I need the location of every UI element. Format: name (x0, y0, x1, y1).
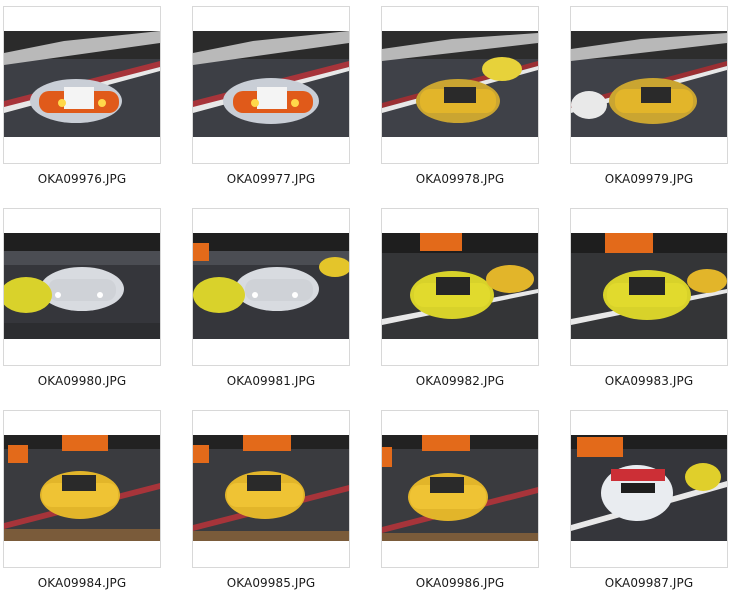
thumbnail-frame[interactable] (3, 410, 161, 568)
thumbnail-frame[interactable] (192, 410, 350, 568)
race-photo[interactable] (4, 435, 160, 541)
thumbnail-item[interactable]: OKA09986.JPG (381, 410, 539, 590)
thumbnail-item[interactable]: OKA09984.JPG (3, 410, 161, 590)
race-photo[interactable] (571, 31, 727, 137)
thumbnail-filename[interactable]: OKA09984.JPG (0, 576, 171, 590)
thumbnail-filename[interactable]: OKA09980.JPG (0, 374, 171, 388)
race-photo[interactable] (193, 435, 349, 541)
race-photo[interactable] (4, 31, 160, 137)
thumbnail-frame[interactable] (3, 208, 161, 366)
thumbnail-frame[interactable] (381, 410, 539, 568)
thumbnail-filename[interactable]: OKA09981.JPG (182, 374, 360, 388)
thumbnail-item[interactable]: OKA09976.JPG (3, 6, 161, 186)
thumbnail-item[interactable]: OKA09980.JPG (3, 208, 161, 388)
thumbnail-item[interactable]: OKA09981.JPG (192, 208, 350, 388)
thumbnail-filename[interactable]: OKA09977.JPG (182, 172, 360, 186)
race-photo[interactable] (382, 435, 538, 541)
thumbnail-grid: OKA09976.JPG OKA09977.JPG OKA09978.JPG O… (0, 0, 730, 610)
thumbnail-frame[interactable] (381, 6, 539, 164)
thumbnail-filename[interactable]: OKA09976.JPG (0, 172, 171, 186)
thumbnail-frame[interactable] (570, 410, 728, 568)
thumbnail-frame[interactable] (381, 208, 539, 366)
thumbnail-frame[interactable] (570, 6, 728, 164)
thumbnail-filename[interactable]: OKA09982.JPG (371, 374, 549, 388)
race-photo[interactable] (193, 31, 349, 137)
thumbnail-item[interactable]: OKA09982.JPG (381, 208, 539, 388)
thumbnail-filename[interactable]: OKA09986.JPG (371, 576, 549, 590)
thumbnail-frame[interactable] (192, 6, 350, 164)
thumbnail-item[interactable]: OKA09987.JPG (570, 410, 728, 590)
thumbnail-item[interactable]: OKA09978.JPG (381, 6, 539, 186)
race-photo[interactable] (193, 233, 349, 339)
thumbnail-item[interactable]: OKA09979.JPG (570, 6, 728, 186)
race-photo[interactable] (382, 31, 538, 137)
race-photo[interactable] (382, 233, 538, 339)
thumbnail-frame[interactable] (570, 208, 728, 366)
race-photo[interactable] (571, 233, 727, 339)
thumbnail-item[interactable]: OKA09985.JPG (192, 410, 350, 590)
thumbnail-filename[interactable]: OKA09985.JPG (182, 576, 360, 590)
thumbnail-frame[interactable] (3, 6, 161, 164)
race-photo[interactable] (4, 233, 160, 339)
thumbnail-filename[interactable]: OKA09987.JPG (560, 576, 730, 590)
thumbnail-filename[interactable]: OKA09979.JPG (560, 172, 730, 186)
thumbnail-filename[interactable]: OKA09978.JPG (371, 172, 549, 186)
thumbnail-frame[interactable] (192, 208, 350, 366)
race-photo[interactable] (571, 435, 727, 541)
thumbnail-item[interactable]: OKA09977.JPG (192, 6, 350, 186)
thumbnail-filename[interactable]: OKA09983.JPG (560, 374, 730, 388)
thumbnail-item[interactable]: OKA09983.JPG (570, 208, 728, 388)
